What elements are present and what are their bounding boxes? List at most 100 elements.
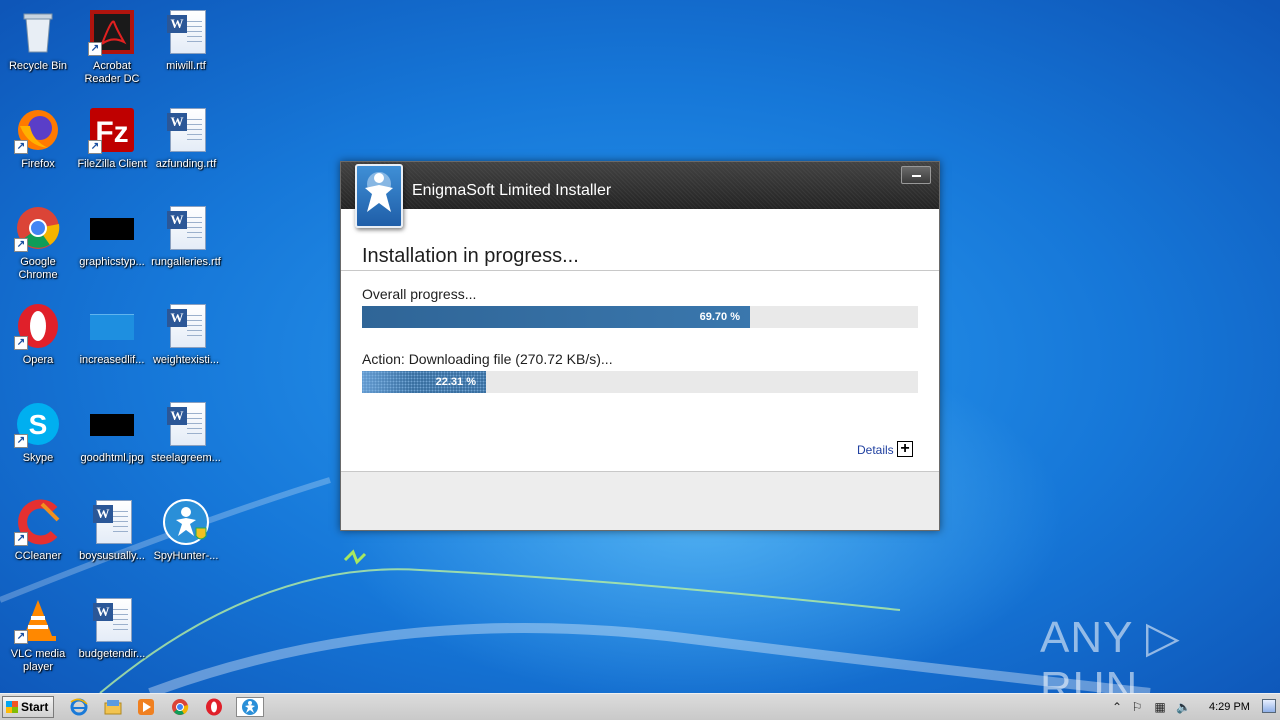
desktop-icon-spyhunter[interactable]: SpyHunter-... [148,494,224,584]
show-desktop-button[interactable] [1262,699,1276,713]
desktop-icon-skype[interactable]: S ↗ Skype [0,396,76,486]
desktop-icon-boysusually[interactable]: W boysusually... [74,494,150,584]
rtf-document-icon: W [162,106,210,154]
overall-progress-label: Overall progress... [362,286,477,302]
desktop-icon-ccleaner[interactable]: ↗ CCleaner [0,494,76,584]
desktop-icon-label: increasedlif... [79,354,145,366]
desktop-icon-label: Opera [22,354,54,366]
acrobat-icon: ↗ [88,8,136,56]
volume-icon[interactable]: 🔈 [1176,700,1191,714]
shortcut-arrow-icon: ↗ [14,434,28,448]
divider [341,270,939,271]
start-label: Start [21,700,49,714]
desktop-icon-vlc[interactable]: ↗ VLC media player [0,592,76,682]
chrome-icon: ↗ [14,204,62,252]
image-thumbnail-icon [88,302,136,350]
desktop-icon-miwill[interactable]: W miwill.rtf [148,4,224,94]
desktop-icon-label: azfunding.rtf [155,158,217,170]
minimize-button[interactable] [901,166,931,184]
desktop-icon-label: budgetendir... [78,648,146,660]
desktop-icon-label: SpyHunter-... [153,550,219,562]
internet-explorer-icon [70,698,88,716]
desktop-icon-label: Skype [22,452,54,464]
rtf-document-icon: W [162,8,210,56]
svg-text:S: S [29,409,48,440]
action-center-flag-icon[interactable]: ⚐ [1130,700,1144,714]
spyhunter-icon [162,498,210,546]
desktop-icon-label: boysusually... [79,550,145,562]
desktop-icon-weightexisti[interactable]: W weightexisti... [148,298,224,388]
clock[interactable]: 4:29 PM [1209,701,1250,713]
vlc-icon: ↗ [14,596,62,644]
rtf-document-icon: W [162,302,210,350]
desktop-icon-label: rungalleries.rtf [151,256,221,268]
taskbar-chrome[interactable] [169,697,191,717]
spyhunter-installer-icon [242,699,258,715]
shortcut-arrow-icon: ↗ [14,238,28,252]
taskbar: Start ⌃ ⚐ ▦ 🔈 4:29 PM [0,693,1280,720]
taskbar-internet-explorer[interactable] [68,697,90,717]
opera-icon: ↗ [14,302,62,350]
desktop-icon-budgetendir[interactable]: W budgetendir... [74,592,150,682]
desktop-icon-label: miwill.rtf [166,60,206,72]
desktop-icon-recycle-bin[interactable]: Recycle Bin [0,4,76,94]
shortcut-arrow-icon: ↗ [14,140,28,154]
shortcut-arrow-icon: ↗ [88,140,102,154]
start-button[interactable]: Start [2,696,54,718]
details-link[interactable]: Details [857,443,894,457]
desktop-icon-label: VLC media player [10,648,66,673]
taskbar-opera[interactable] [203,697,225,717]
installer-window[interactable]: EnigmaSoft Limited Installer Installatio… [340,161,940,531]
shortcut-arrow-icon: ↗ [14,336,28,350]
action-progress-percent: 22.31 % [435,376,476,388]
chrome-icon [172,699,189,715]
image-thumbnail-icon [88,400,136,448]
button-bar [341,471,939,530]
desktop-icon-graphicstyp[interactable]: graphicstyp... [74,200,150,290]
desktop-icon-chrome[interactable]: ↗ Google Chrome [0,200,76,290]
window-title: EnigmaSoft Limited Installer [412,182,612,199]
desktop-icon-acrobat[interactable]: ↗ Acrobat Reader DC [74,4,150,94]
desktop-icon-label: Recycle Bin [8,60,68,72]
taskbar-media-player[interactable] [135,697,157,717]
desktop-icon-rungalleries[interactable]: W rungalleries.rtf [148,200,224,290]
taskbar-spyhunter-installer[interactable] [236,697,264,717]
desktop-icon-label: graphicstyp... [79,256,145,268]
media-player-icon [138,699,154,715]
details-expand-button[interactable]: + [897,441,913,457]
ccleaner-icon: ↗ [14,498,62,546]
desktop-icon-steelagreem[interactable]: W steelagreem... [148,396,224,486]
desktop-icon-opera[interactable]: ↗ Opera [0,298,76,388]
firefox-icon: ↗ [14,106,62,154]
desktop-icon-goodhtml[interactable]: goodhtml.jpg [74,396,150,486]
explorer-icon [104,700,122,715]
windows-logo-icon [6,701,18,713]
recycle-bin-icon [14,8,62,56]
desktop-icon-label: weightexisti... [152,354,220,366]
desktop-icon-label: CCleaner [14,550,62,562]
minimize-icon [912,175,921,177]
desktop-icon-filezilla[interactable]: Fz ↗ FileZilla Client [74,102,150,192]
page-title: Installation in progress... [362,245,579,267]
desktop-icon-label: Firefox [21,158,55,170]
rtf-document-icon: W [162,400,210,448]
desktop-icon-label: Acrobat Reader DC [84,60,140,85]
desktop-icon-label: Google Chrome [18,256,58,281]
shortcut-arrow-icon: ↗ [14,630,28,644]
opera-icon [206,698,222,716]
title-bar[interactable]: EnigmaSoft Limited Installer [341,162,939,209]
desktop-icon-label: goodhtml.jpg [80,452,144,464]
action-progress-bar: 22.31 % [362,371,918,393]
desktop-icon-azfunding[interactable]: W azfunding.rtf [148,102,224,192]
image-thumbnail-icon [88,204,136,252]
shortcut-arrow-icon: ↗ [88,42,102,56]
show-hidden-icons-icon[interactable]: ⌃ [1110,700,1124,714]
desktop-icon-increasedlif[interactable]: increasedlif... [74,298,150,388]
taskbar-explorer[interactable] [102,697,124,717]
desktop-icon-firefox[interactable]: ↗ Firefox [0,102,76,192]
desktop-icon-label: steelagreem... [151,452,221,464]
skype-icon: S ↗ [14,400,62,448]
network-icon[interactable]: ▦ [1153,700,1167,714]
rtf-document-icon: W [162,204,210,252]
rtf-document-icon: W [88,498,136,546]
